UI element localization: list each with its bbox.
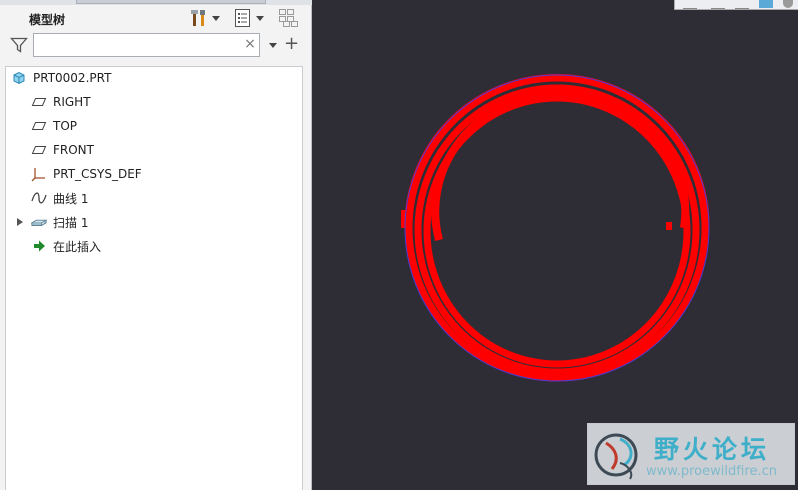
tree-item-csys[interactable]: PRT_CSYS_DEF <box>6 163 327 185</box>
tree-item-label: PRT0002.PRT <box>33 71 112 85</box>
tree-item-label: 在此插入 <box>53 239 102 254</box>
tree-item-label: RIGHT <box>53 95 91 109</box>
toolbar-button[interactable] <box>711 0 725 9</box>
grid-columns-icon <box>279 9 298 27</box>
tree-item-label: FRONT <box>53 143 94 157</box>
watermark: 野火论坛 www.proewildfire.cn <box>587 423 795 485</box>
datum-plane-icon <box>31 118 47 134</box>
tree-item-top[interactable]: TOP <box>6 115 327 137</box>
insert-here-icon <box>31 238 47 254</box>
tree-item-label: 曲线 1 <box>53 191 89 206</box>
close-icon[interactable]: × <box>243 37 257 51</box>
toolbar-button[interactable] <box>683 0 697 9</box>
filter-icon[interactable] <box>10 36 28 54</box>
watermark-title: 野火论坛 <box>654 435 771 464</box>
search-row: × + <box>0 32 312 60</box>
tree-columns-button[interactable] <box>278 8 300 28</box>
list-options-icon <box>235 9 250 27</box>
model-tree-title: 模型树 <box>29 13 66 27</box>
tree-item-label: 扫描 1 <box>53 215 89 230</box>
settings-tools-button[interactable] <box>190 8 220 28</box>
toolbar-button[interactable] <box>783 0 793 8</box>
datum-plane-icon <box>31 142 47 158</box>
butterfly-logo-icon <box>594 433 638 480</box>
watermark-url: www.proewildfire.cn <box>646 464 777 479</box>
tree-item-label: PRT_CSYS_DEF <box>53 167 142 181</box>
chevron-down-icon <box>212 15 220 21</box>
spiral-coil-2 <box>405 74 709 382</box>
curve-icon <box>31 190 47 206</box>
spiral-end-tab <box>401 210 672 230</box>
tree-item-part[interactable]: PRT0002.PRT <box>6 67 307 89</box>
toolbar-button[interactable] <box>759 0 773 8</box>
tree-item-label: TOP <box>53 119 78 133</box>
view-toolbar <box>674 0 798 10</box>
graphics-viewport[interactable] <box>312 0 798 490</box>
tools-icon <box>191 10 205 26</box>
spiral-sweep-geometry <box>401 73 710 382</box>
model-tree-panel: 模型树 × + PRT0002.PRT RIGHT TOP FRONT PRT_… <box>0 0 312 490</box>
chevron-down-icon <box>256 15 264 21</box>
sweep-icon <box>31 214 47 230</box>
show-options-button[interactable] <box>234 8 264 28</box>
toolbar-button[interactable] <box>735 0 749 9</box>
model-tree-list: PRT0002.PRT RIGHT TOP FRONT PRT_CSYS_DEF… <box>5 66 303 490</box>
add-icon[interactable]: + <box>284 35 299 53</box>
model-tree-header: 模型树 <box>0 5 312 31</box>
search-input[interactable] <box>33 33 260 57</box>
tree-item-front[interactable]: FRONT <box>6 139 327 161</box>
tree-item-right[interactable]: RIGHT <box>6 91 327 113</box>
expand-arrow-icon[interactable] <box>17 218 23 226</box>
tree-item-sweep[interactable]: 扫描 1 <box>6 211 327 233</box>
tree-item-insert-here[interactable]: 在此插入 <box>6 235 327 257</box>
chevron-down-icon[interactable] <box>269 43 277 48</box>
tree-item-curve[interactable]: 曲线 1 <box>6 187 327 209</box>
coordinate-system-icon <box>31 166 47 182</box>
part-icon <box>11 70 27 86</box>
datum-plane-icon <box>31 94 47 110</box>
panel-tab[interactable] <box>76 0 266 4</box>
